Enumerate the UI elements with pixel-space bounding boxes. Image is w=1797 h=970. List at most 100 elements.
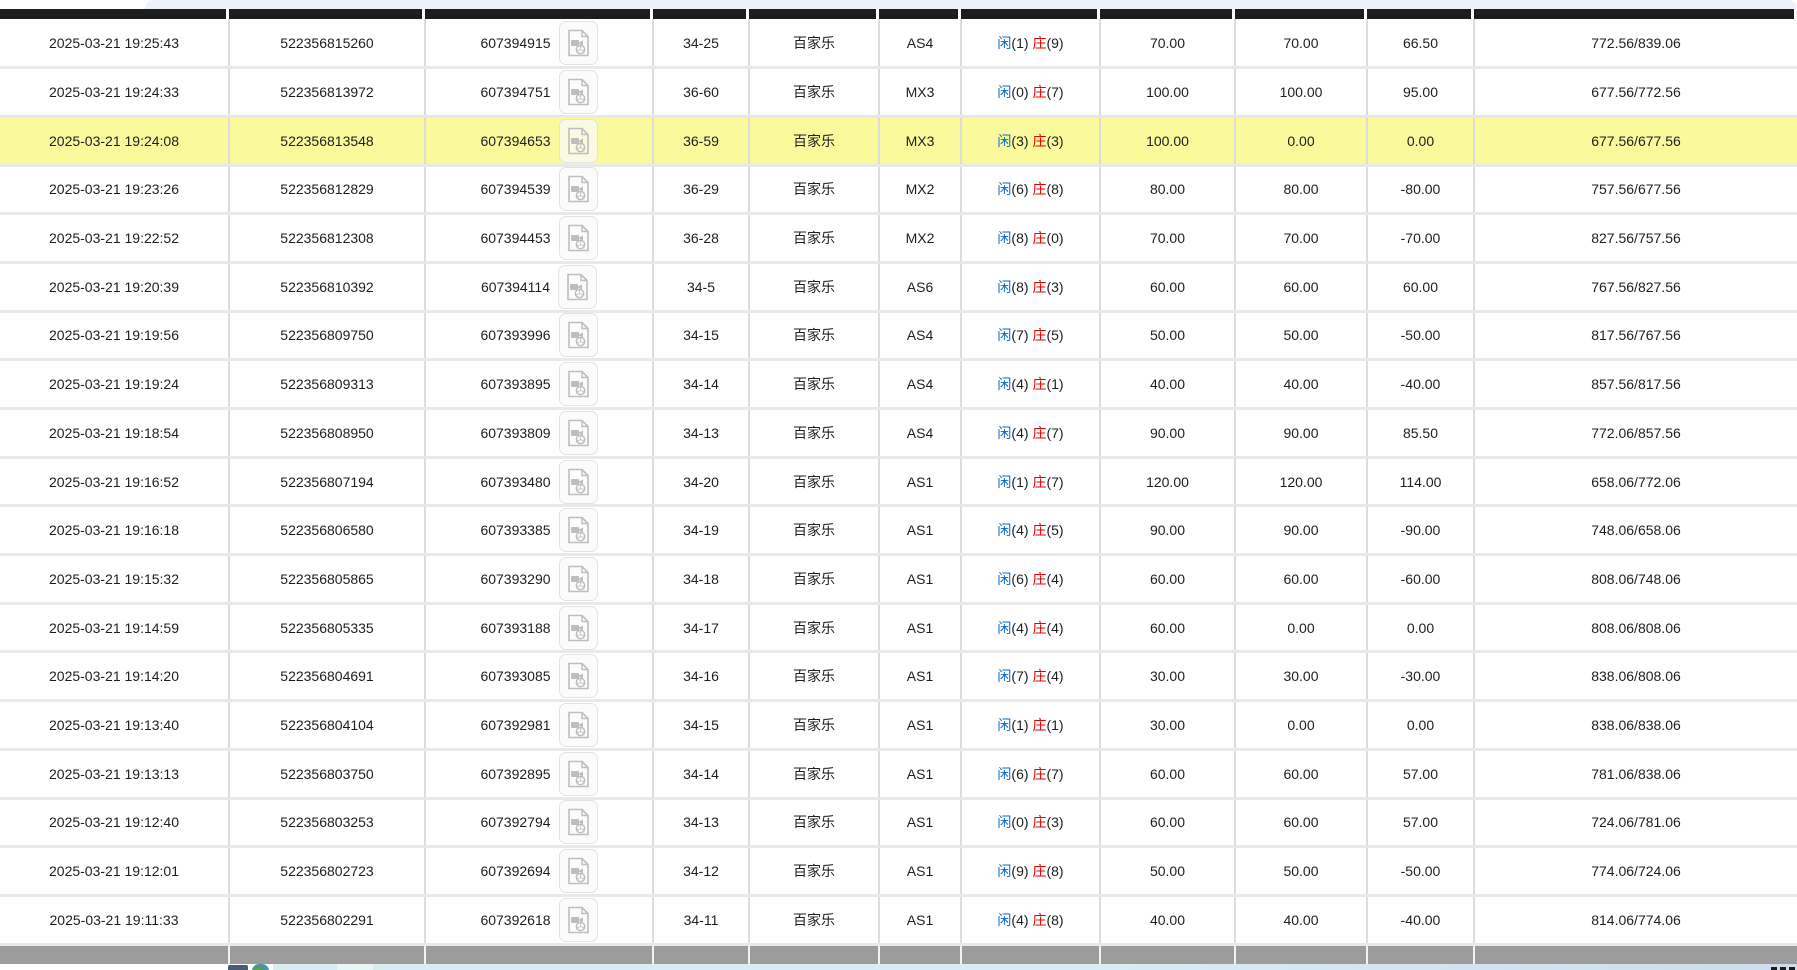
game-name-cell: 百家乐 bbox=[749, 555, 879, 604]
bet-id: 607393085 bbox=[480, 668, 550, 684]
bet-id: 607394915 bbox=[480, 35, 550, 51]
column-header-balance bbox=[1474, 9, 1794, 19]
player-label: 闲 bbox=[997, 571, 1011, 587]
app-icon[interactable] bbox=[228, 965, 248, 970]
bet-amount-link[interactable]: 100.00 bbox=[1100, 116, 1235, 165]
video-replay-button[interactable] bbox=[559, 508, 598, 552]
bet-amount-link[interactable]: 50.00 bbox=[1100, 311, 1235, 360]
bet-amount-link[interactable]: 70.00 bbox=[1100, 214, 1235, 263]
video-file-icon bbox=[567, 468, 590, 496]
bet-record-row[interactable]: 2025-03-21 19:20:39 522356810392 6073941… bbox=[0, 262, 1797, 311]
account-cell: 522356812308 bbox=[229, 214, 425, 263]
bet-id: 607392981 bbox=[480, 717, 550, 733]
valid-bet-cell: 60.00 bbox=[1235, 555, 1367, 604]
bet-record-row[interactable]: 2025-03-21 19:12:40 522356803253 6073927… bbox=[0, 798, 1797, 847]
video-replay-button[interactable] bbox=[559, 216, 598, 260]
winloss-cell: 57.00 bbox=[1367, 798, 1474, 847]
bet-amount-link[interactable]: 90.00 bbox=[1100, 506, 1235, 555]
banker-points: (7) bbox=[1046, 425, 1063, 441]
bet-amount-link[interactable]: 30.00 bbox=[1100, 701, 1235, 750]
bet-record-row[interactable]: 2025-03-21 19:19:56 522356809750 6073939… bbox=[0, 311, 1797, 360]
bet-record-row[interactable]: 2025-03-21 19:11:33 522356802291 6073926… bbox=[0, 895, 1797, 944]
video-file-icon bbox=[567, 857, 590, 885]
account-cell: 522356805865 bbox=[229, 555, 425, 604]
bet-amount-link[interactable]: 60.00 bbox=[1100, 555, 1235, 604]
video-replay-button[interactable] bbox=[559, 362, 598, 406]
bet-amount-link[interactable]: 60.00 bbox=[1100, 798, 1235, 847]
bet-amount-link[interactable]: 90.00 bbox=[1100, 409, 1235, 458]
video-replay-button[interactable] bbox=[559, 800, 598, 844]
bet-record-row[interactable]: 2025-03-21 19:22:52 522356812308 6073944… bbox=[0, 214, 1797, 263]
bet-time-cell: 2025-03-21 19:13:13 bbox=[0, 749, 229, 798]
player-label: 闲 bbox=[997, 327, 1011, 343]
bet-record-row[interactable]: 2025-03-21 19:24:33 522356813972 6073947… bbox=[0, 68, 1797, 117]
bet-record-row[interactable]: 2025-03-21 19:12:01 522356802723 6073926… bbox=[0, 847, 1797, 896]
background-window-strip bbox=[0, 964, 1797, 970]
background-window-band bbox=[337, 964, 373, 970]
bet-record-row[interactable]: 2025-03-21 19:15:32 522356805865 6073932… bbox=[0, 555, 1797, 604]
video-replay-button[interactable] bbox=[559, 460, 598, 504]
bet-amount-link[interactable]: 80.00 bbox=[1100, 165, 1235, 214]
valid-bet-cell: 0.00 bbox=[1235, 603, 1367, 652]
video-replay-button[interactable] bbox=[559, 606, 598, 650]
video-replay-button[interactable] bbox=[559, 849, 598, 893]
player-label: 闲 bbox=[997, 522, 1011, 538]
valid-bet-cell: 40.00 bbox=[1235, 895, 1367, 944]
bet-id: 607393480 bbox=[480, 474, 550, 490]
globe-icon[interactable] bbox=[252, 964, 269, 970]
video-replay-button[interactable] bbox=[559, 21, 598, 65]
bet-time-cell: 2025-03-21 19:12:40 bbox=[0, 798, 229, 847]
bet-record-row[interactable]: 2025-03-21 19:14:59 522356805335 6073931… bbox=[0, 603, 1797, 652]
bet-record-row[interactable]: 2025-03-21 19:16:52 522356807194 6073934… bbox=[0, 457, 1797, 506]
bet-amount-link[interactable]: 60.00 bbox=[1100, 262, 1235, 311]
bet-amount-link[interactable]: 30.00 bbox=[1100, 652, 1235, 701]
valid-bet-cell: 70.00 bbox=[1235, 19, 1367, 68]
game-name-cell: 百家乐 bbox=[749, 311, 879, 360]
banker-points: (9) bbox=[1046, 35, 1063, 51]
video-replay-button[interactable] bbox=[559, 752, 598, 796]
account-cell: 522356802723 bbox=[229, 847, 425, 896]
game-name-cell: 百家乐 bbox=[749, 701, 879, 750]
video-replay-button[interactable] bbox=[559, 557, 598, 601]
bet-amount-link[interactable]: 40.00 bbox=[1100, 895, 1235, 944]
video-replay-button[interactable] bbox=[559, 703, 598, 747]
winloss-cell: 66.50 bbox=[1367, 19, 1474, 68]
bet-amount-link[interactable]: 100.00 bbox=[1100, 68, 1235, 117]
bet-record-row[interactable]: 2025-03-21 19:19:24 522356809313 6073938… bbox=[0, 360, 1797, 409]
winloss-cell: 0.00 bbox=[1367, 701, 1474, 750]
video-replay-button[interactable] bbox=[558, 265, 597, 309]
video-file-icon bbox=[567, 614, 590, 642]
bet-amount-link[interactable]: 120.00 bbox=[1100, 457, 1235, 506]
banker-label: 庄 bbox=[1032, 814, 1046, 830]
balance-cell: 808.06/748.06 bbox=[1474, 555, 1797, 604]
bet-amount-link[interactable]: 60.00 bbox=[1100, 749, 1235, 798]
bet-record-row[interactable]: 2025-03-21 19:14:20 522356804691 6073930… bbox=[0, 652, 1797, 701]
bet-record-row[interactable]: 2025-03-21 19:13:40 522356804104 6073929… bbox=[0, 701, 1797, 750]
bet-id: 607394114 bbox=[481, 279, 550, 295]
bet-amount-link[interactable]: 40.00 bbox=[1100, 360, 1235, 409]
video-replay-button[interactable] bbox=[559, 167, 598, 211]
bet-record-row[interactable]: 2025-03-21 19:25:43 522356815260 6073949… bbox=[0, 19, 1797, 68]
account-cell: 522356809313 bbox=[229, 360, 425, 409]
video-replay-button[interactable] bbox=[559, 898, 598, 942]
bet-amount-link[interactable]: 70.00 bbox=[1100, 19, 1235, 68]
bet-record-row[interactable]: 2025-03-21 19:23:26 522356812829 6073945… bbox=[0, 165, 1797, 214]
bet-record-row[interactable]: 2025-03-21 19:18:54 522356808950 6073938… bbox=[0, 409, 1797, 458]
video-replay-button[interactable] bbox=[559, 313, 598, 357]
account-cell: 522356810392 bbox=[229, 262, 425, 311]
background-window-highlight bbox=[273, 964, 1797, 970]
bet-time-cell: 2025-03-21 19:18:54 bbox=[0, 409, 229, 458]
banker-points: (1) bbox=[1046, 376, 1063, 392]
video-replay-button[interactable] bbox=[559, 411, 598, 455]
video-replay-button[interactable] bbox=[559, 119, 598, 163]
video-replay-button[interactable] bbox=[559, 654, 598, 698]
bet-amount-link[interactable]: 60.00 bbox=[1100, 603, 1235, 652]
player-points: (1) bbox=[1011, 717, 1028, 733]
video-file-icon bbox=[567, 516, 590, 544]
video-replay-button[interactable] bbox=[559, 70, 598, 114]
bet-record-row[interactable]: 2025-03-21 19:16:18 522356806580 6073933… bbox=[0, 506, 1797, 555]
bet-record-row[interactable]: 2025-03-21 19:13:13 522356803750 6073928… bbox=[0, 749, 1797, 798]
bet-record-row[interactable]: 2025-03-21 19:24:08 522356813548 6073946… bbox=[0, 116, 1797, 165]
bet-amount-link[interactable]: 50.00 bbox=[1100, 847, 1235, 896]
game-name-cell: 百家乐 bbox=[749, 457, 879, 506]
